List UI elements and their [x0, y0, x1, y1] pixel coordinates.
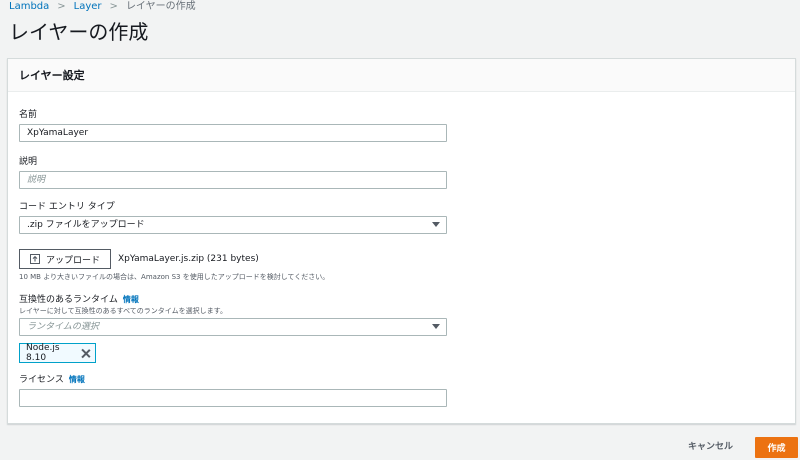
- panel-title: レイヤー設定: [19, 69, 85, 82]
- create-button-label: 作成: [767, 444, 786, 454]
- runtime-hint: レイヤーに対して互換性のあるすべてのランタイムを選択します。: [19, 307, 227, 315]
- page-title: レイヤーの作成: [9, 20, 149, 44]
- uploaded-file-name: XpYamaLayer.js.zip (231 bytes): [118, 254, 259, 264]
- upload-icon: [30, 254, 40, 264]
- description-placeholder: 説明: [27, 175, 46, 185]
- upload-button[interactable]: アップロード: [19, 249, 111, 269]
- cancel-button[interactable]: キャンセル: [688, 441, 733, 453]
- breadcrumb-layer-link[interactable]: Layer: [74, 0, 102, 14]
- code-entry-type-select[interactable]: .zip ファイルをアップロード: [19, 216, 447, 234]
- runtime-info-link[interactable]: 情報: [123, 295, 139, 304]
- upload-button-label: アップロード: [46, 255, 101, 266]
- name-input[interactable]: XpYamaLayer: [19, 124, 447, 142]
- caret-down-icon: [432, 222, 440, 227]
- runtime-token-label: Node.js 8.10: [26, 343, 60, 363]
- description-label: 説明: [19, 157, 38, 167]
- breadcrumb-current: レイヤーの作成: [125, 1, 196, 12]
- runtime-label: 互換性のあるランタイム 情報: [19, 294, 139, 306]
- panel-header: レイヤー設定: [8, 59, 795, 92]
- code-entry-type-label: コード エントリ タイプ: [19, 202, 115, 212]
- name-label: 名前: [19, 110, 38, 120]
- runtime-select[interactable]: ランタイムの選択: [19, 318, 447, 336]
- runtime-label-text: 互換性のあるランタイム: [19, 295, 118, 305]
- chevron-right-icon: >: [57, 1, 66, 12]
- upload-hint: 10 MB より大きいファイルの場合は、Amazon S3 を使用したアップロー…: [19, 273, 330, 281]
- description-input[interactable]: 説明: [19, 171, 447, 189]
- breadcrumb-lambda-link[interactable]: Lambda: [9, 0, 49, 14]
- license-label-text: ライセンス: [19, 375, 64, 385]
- chevron-right-icon: >: [109, 1, 118, 12]
- license-info-link[interactable]: 情報: [69, 375, 85, 384]
- layer-settings-panel: レイヤー設定 名前 XpYamaLayer 説明 説明 コード エントリ タイプ…: [7, 58, 796, 424]
- caret-down-icon: [432, 324, 440, 329]
- runtime-placeholder: ランタイムの選択: [27, 322, 99, 332]
- close-icon[interactable]: [81, 349, 90, 358]
- license-label: ライセンス 情報: [19, 374, 85, 386]
- create-button[interactable]: 作成: [755, 437, 798, 458]
- name-input-value: XpYamaLayer: [27, 128, 89, 138]
- code-entry-type-value: .zip ファイルをアップロード: [27, 220, 145, 230]
- license-input[interactable]: [19, 389, 447, 407]
- runtime-token: Node.js 8.10: [19, 343, 96, 363]
- breadcrumb: Lambda > Layer > レイヤーの作成: [9, 0, 196, 14]
